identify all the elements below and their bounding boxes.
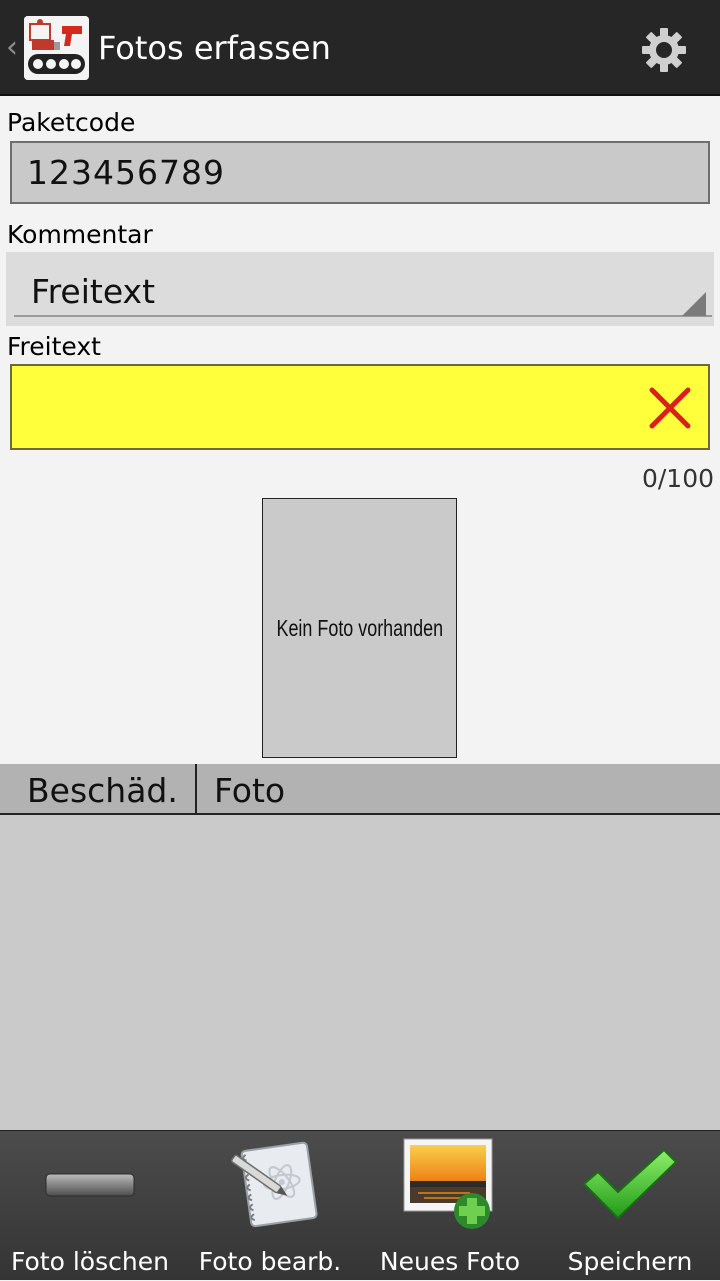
- column-header-beschaed[interactable]: Beschäd.: [0, 764, 197, 813]
- clear-button[interactable]: [640, 380, 700, 436]
- paketcode-label: Paketcode: [7, 108, 136, 137]
- checkmark-icon: [580, 1139, 680, 1229]
- freitext-field[interactable]: [10, 364, 710, 450]
- new-photo-label: Neues Foto: [379, 1247, 521, 1276]
- kommentar-dropdown[interactable]: Freitext: [6, 252, 714, 326]
- photo-preview[interactable]: Kein Foto vorhanden: [262, 498, 457, 758]
- close-icon: [649, 387, 691, 429]
- new-photo-button[interactable]: Neues Foto: [360, 1131, 540, 1281]
- dropdown-underline: [14, 315, 712, 317]
- bottom-toolbar: Foto löschen Foto bearb. Neues Foto Spei…: [0, 1130, 720, 1280]
- kommentar-label: Kommentar: [7, 220, 153, 249]
- table-body: [0, 815, 720, 1130]
- package-scanner-logo-icon[interactable]: [24, 16, 89, 80]
- character-counter: 0/100: [641, 464, 714, 493]
- edit-photo-button[interactable]: Foto bearb.: [180, 1131, 360, 1281]
- freitext-label: Freitext: [7, 332, 101, 361]
- kommentar-selected-value: Freitext: [31, 272, 156, 311]
- dropdown-arrow-icon: [682, 292, 706, 316]
- notepad-pen-icon: [220, 1139, 320, 1229]
- paketcode-field[interactable]: 123456789: [10, 141, 710, 204]
- table-header: Beschäd. Foto: [0, 764, 720, 815]
- action-bar: ‹ Fotos erfassen: [0, 0, 720, 96]
- column-header-foto[interactable]: Foto: [197, 764, 720, 813]
- gear-icon: [642, 28, 686, 72]
- screen-title: Fotos erfassen: [98, 29, 331, 67]
- save-label: Speichern: [567, 1247, 693, 1276]
- save-button[interactable]: Speichern: [540, 1131, 720, 1281]
- add-photo-icon: [400, 1138, 500, 1229]
- edit-photo-label: Foto bearb.: [198, 1247, 342, 1276]
- back-caret-icon[interactable]: ‹: [6, 30, 18, 66]
- photo-placeholder-text: Kein Foto vorhanden: [276, 614, 443, 641]
- delete-photo-button[interactable]: Foto löschen: [0, 1131, 180, 1281]
- settings-button[interactable]: [634, 20, 694, 80]
- delete-photo-label: Foto löschen: [11, 1247, 169, 1276]
- minus-bar-icon: [40, 1139, 140, 1229]
